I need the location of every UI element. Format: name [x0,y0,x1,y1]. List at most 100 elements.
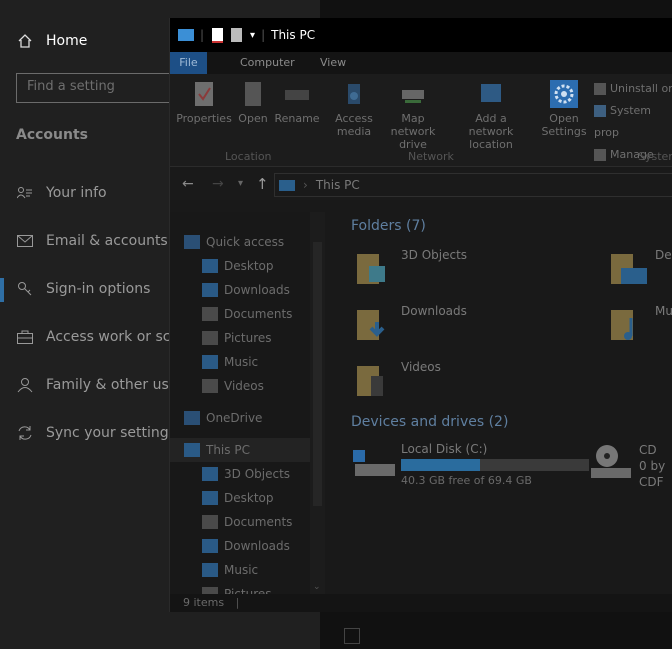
back-arrow-icon[interactable]: ← [182,176,194,192]
nav-scrollbar[interactable]: ⌄ [310,212,325,596]
nav-family-users[interactable]: Family & other user [16,376,183,394]
nav-item-this-pc[interactable]: This PC [170,438,324,462]
map-network-drive-button[interactable]: Map network drive [378,80,448,151]
nav-label: 3D Objects [224,467,291,481]
downloads-icon [202,539,218,553]
nav-label: Sign-in options [46,281,151,297]
folder-downloads[interactable]: Downloads [355,304,467,344]
system-properties-button[interactable]: System prop [594,100,672,144]
add-network-location-button[interactable]: Add a network location [452,80,530,151]
nav-sync-settings[interactable]: Sync your settings [16,424,176,442]
breadcrumb-chevron-icon[interactable]: › [303,178,308,192]
devices-header[interactable]: Devices and drives (2) [351,414,508,430]
nav-item-documents[interactable]: Documents✎ [170,302,325,326]
nav-label: Sync your settings [46,425,176,441]
open-settings-label: Open Settings [541,112,587,138]
manage-icon [594,149,606,161]
address-box[interactable]: › This PC [274,173,672,197]
desktop-icon [202,491,218,505]
media-icon [340,80,368,108]
scroll-thumb[interactable] [313,242,322,506]
nav-item-downloads[interactable]: Downloads✎ [170,278,325,302]
open-settings-button[interactable]: Open Settings [540,80,588,138]
search-input[interactable]: Find a setting [16,73,186,103]
properties-icon[interactable] [212,27,224,43]
nav-label: Downloads [224,283,290,297]
tab-computer[interactable]: Computer [230,52,305,74]
access-media-button[interactable]: Access media [330,80,378,138]
nav-item-documents[interactable]: Documents [170,510,325,534]
open-button[interactable]: Open [236,80,270,125]
documents-icon [202,307,218,321]
new-folder-icon[interactable] [231,28,243,42]
folder-desktop[interactable]: Des [609,248,672,288]
folder-videos[interactable]: Videos [355,360,441,400]
nav-item-music[interactable]: Music [170,350,325,374]
folder-download-icon [357,310,385,340]
properties-icon [190,80,218,108]
chevron-down-icon[interactable]: ▾ [250,30,255,41]
folders-header[interactable]: Folders (7) [351,218,426,234]
nav-label: Videos [224,379,264,393]
ribbon-tabs: File Computer View [170,52,672,74]
nav-sign-in-options[interactable]: Sign-in options [16,280,150,298]
nav-item-desktop[interactable]: Desktop✎ [170,254,325,278]
cd-label-1: CD [639,443,657,457]
selected-indicator [0,278,4,302]
nav-label: Documents [224,307,293,321]
nav-item-music[interactable]: Music [170,558,325,582]
group-network: Network [408,150,454,163]
scroll-down-icon[interactable]: ⌄ [313,582,321,592]
computer-icon [178,29,194,41]
folder-music-icon [611,310,633,340]
drive-cd[interactable]: CD 0 by CDF [589,442,665,490]
nav-your-info[interactable]: Your info [16,184,107,202]
title-bar: | ▾ | This PC [170,18,672,52]
desktop-icon [202,259,218,273]
uninstall-button[interactable]: Uninstall or [594,78,672,100]
nav-item-videos[interactable]: Videos [170,374,325,398]
folder-label: Videos [401,360,441,374]
nav-item-pictures[interactable]: Pictures✎ [170,326,325,350]
nav-label: Access work or scho [46,329,188,345]
checkbox[interactable] [344,628,360,644]
cd-drive-icon [591,445,631,478]
rename-button[interactable]: Rename [274,80,320,125]
videos-icon [202,379,218,393]
network-drive-icon [399,80,427,108]
navigation-pane: Quick access Desktop✎Downloads✎Documents✎… [170,212,325,596]
nav-email-accounts[interactable]: Email & accounts [16,232,168,250]
up-arrow-icon[interactable]: ↑ [256,175,269,193]
uninstall-icon [594,83,606,95]
onedrive-icon [184,411,200,425]
map-network-label: Map network drive [390,112,436,151]
nav-item-quick-access[interactable]: Quick access [170,230,324,254]
folder-music[interactable]: Mu [609,304,672,344]
nav-item-3d-objects[interactable]: 3D Objects [170,462,325,486]
nav-item-onedrive[interactable]: OneDrive [170,406,324,430]
folder-desktop-icon [611,254,647,284]
home-nav-item[interactable]: Home [16,32,87,50]
tab-file[interactable]: File [170,52,207,74]
forward-arrow-icon[interactable]: → [212,176,224,192]
downloads-icon [202,283,218,297]
drive-local-disk[interactable]: Local Disk (C:) 40.3 GB free of 69.4 GB [351,442,589,487]
nav-label: Music [224,355,259,369]
tab-view[interactable]: View [310,52,356,74]
open-label: Open [238,112,268,125]
uninstall-label: Uninstall or [610,82,672,95]
recent-locations-chevron-icon[interactable]: ▾ [238,178,243,189]
nav-label: Pictures [224,331,272,345]
properties-button[interactable]: Properties [176,80,232,125]
key-icon [16,280,34,298]
nav-item-desktop[interactable]: Desktop [170,486,325,510]
rename-icon [283,80,311,108]
nav-access-work[interactable]: Access work or scho [16,328,188,346]
3d-objects-icon [202,467,218,481]
gear-icon [550,80,578,108]
music-icon [202,355,218,369]
open-icon [239,80,267,108]
nav-item-downloads[interactable]: Downloads [170,534,325,558]
checkbox-icon [594,105,606,117]
folder-3d-objects[interactable]: 3D Objects [355,248,467,288]
